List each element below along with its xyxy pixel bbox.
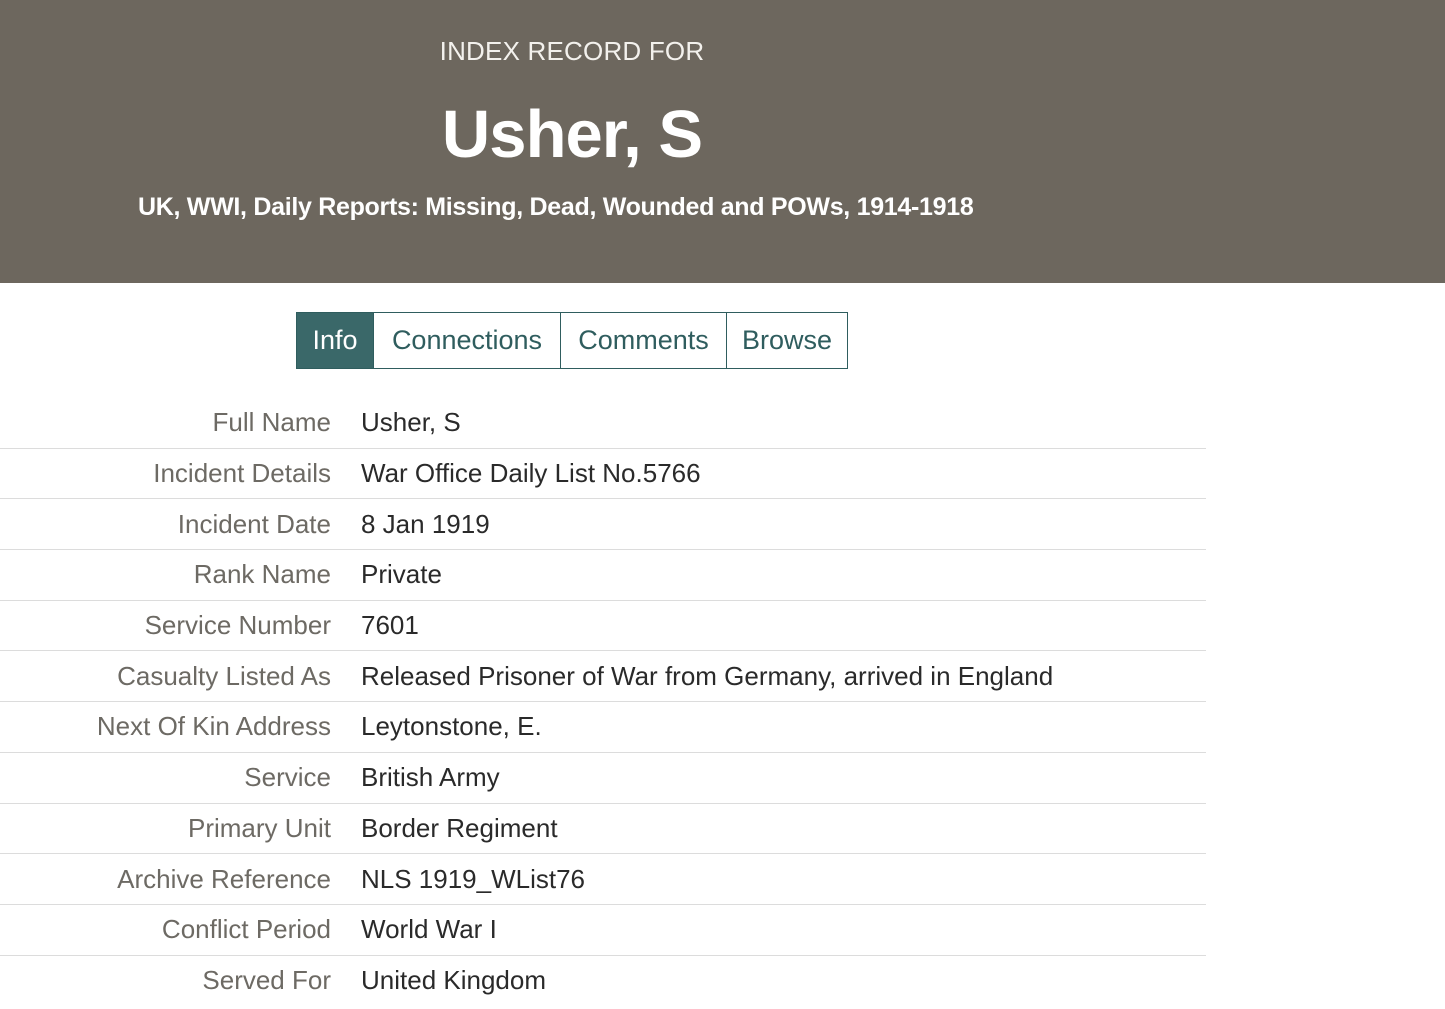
record-row-incident-details: Incident Details War Office Daily List N… [0, 449, 1206, 500]
field-value: British Army [361, 762, 500, 793]
field-label: Primary Unit [187, 812, 331, 843]
field-label: Rank Name [193, 559, 331, 590]
field-value: United Kingdom [361, 965, 546, 996]
field-label: Next Of Kin Address [96, 711, 331, 742]
record-row-archive-reference: Archive Reference NLS 1919_WList76 [0, 854, 1206, 905]
tab-browse[interactable]: Browse [726, 313, 847, 368]
record-row-incident-date: Incident Date 8 Jan 1919 [0, 499, 1206, 551]
record-row-next-of-kin-address: Next Of Kin Address Leytonstone, E. [0, 702, 1206, 753]
field-value: Leytonstone, E. [361, 711, 542, 742]
record-row-service-number: Service Number 7601 [0, 601, 1206, 652]
record-row-conflict-period: Conflict Period World War I [0, 905, 1206, 956]
field-label: Served For [202, 965, 331, 996]
record-row-full-name: Full Name Usher, S [0, 398, 1206, 449]
field-label: Full Name [212, 407, 331, 438]
field-label: Casualty Listed As [117, 660, 331, 691]
field-label: Archive Reference [117, 863, 331, 894]
field-label: Incident Date [177, 508, 331, 539]
field-value: Usher, S [361, 407, 461, 438]
field-value: Private [361, 559, 442, 590]
record-tabs: Info Connections Comments Browse [296, 312, 848, 369]
record-row-primary-unit: Primary Unit Border Regiment [0, 804, 1206, 855]
tab-connections[interactable]: Connections [373, 313, 560, 368]
record-row-served-for: Served For United Kingdom [0, 956, 1206, 1007]
field-value: NLS 1919_WList76 [361, 863, 586, 894]
tab-comments[interactable]: Comments [560, 313, 726, 368]
field-label: Service [244, 762, 331, 793]
field-value: Released Prisoner of War from Germany, a… [361, 660, 1054, 691]
field-label: Conflict Period [161, 914, 331, 945]
field-value: 8 Jan 1919 [361, 508, 490, 539]
field-label: Service Number [144, 610, 331, 641]
page-title: Usher, S [441, 97, 703, 172]
record-details-table: Full Name Usher, S Incident Details War … [0, 398, 1206, 1006]
field-value: World War I [361, 914, 497, 945]
field-value: War Office Daily List No.5766 [361, 458, 701, 489]
record-row-service: Service British Army [0, 753, 1206, 804]
record-row-rank-name: Rank Name Private [0, 550, 1206, 601]
collection-title[interactable]: UK, WWI, Daily Reports: Missing, Dead, W… [138, 193, 974, 222]
field-label: Incident Details [153, 458, 331, 489]
record-header: INDEX RECORD FOR Usher, S UK, WWI, Daily… [0, 0, 1445, 283]
tab-info[interactable]: Info [297, 313, 373, 368]
field-value: Border Regiment [361, 812, 558, 843]
record-row-casualty-listed-as: Casualty Listed As Released Prisoner of … [0, 651, 1206, 703]
index-record-kicker: INDEX RECORD FOR [439, 36, 705, 66]
field-value: 7601 [361, 610, 419, 641]
